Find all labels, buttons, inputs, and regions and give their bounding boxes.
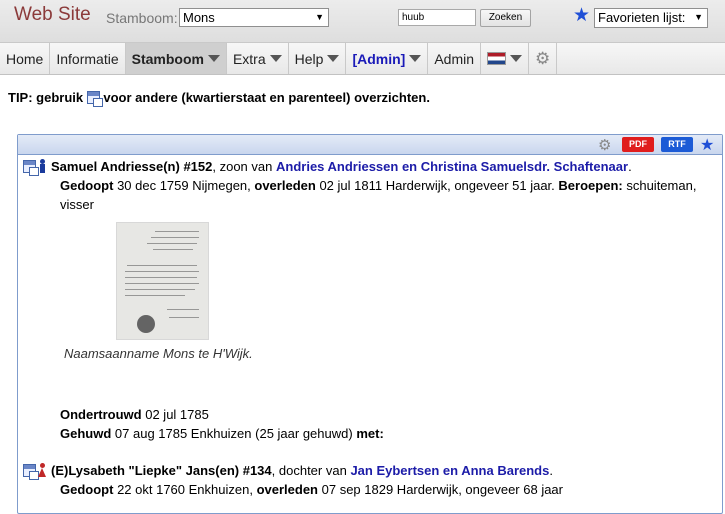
person-panel: ⚙ PDF RTF ★ Samuel Andriesse(n) #152, zo…	[17, 134, 723, 514]
baptised-label: Gedoopt	[60, 482, 114, 497]
baptised-text: 30 dec 1759 Nijmegen,	[117, 178, 251, 193]
favorite-star-icon[interactable]: ★	[700, 135, 714, 155]
tip-prefix: TIP: gebruik	[8, 90, 84, 105]
with-label: met:	[356, 426, 384, 441]
seal-mark	[137, 315, 155, 333]
person-name: Samuel Andriesse(n) #152	[51, 159, 213, 174]
marriage-details: Ondertrouwd 02 jul 1785 Gehuwd 07 aug 17…	[23, 405, 713, 443]
chevron-down-icon: ▼	[315, 12, 324, 22]
menu-label: [Admin]	[352, 50, 406, 67]
baptised-text: 22 okt 1760 Enkhuizen,	[117, 482, 253, 497]
chevron-down-icon: ▼	[694, 12, 703, 22]
banns-label: Ondertrouwd	[60, 407, 142, 422]
chevron-down-icon	[409, 55, 422, 62]
period-text: .	[628, 159, 632, 174]
menu-label: Informatie	[56, 50, 119, 67]
person-name: (E)Lysabeth "Liepke" Jans(en) #134	[51, 463, 272, 478]
male-icon	[38, 159, 47, 173]
search-button[interactable]: Zoeken	[480, 9, 531, 27]
jobs-label: Beroepen:	[558, 178, 623, 193]
married-text: 07 aug 1785 Enkhuizen (25 jaar gehuwd)	[114, 426, 353, 441]
person-details: Gedoopt 22 okt 1760 Enkhuizen, overleden…	[23, 480, 713, 499]
person-details: Gedoopt 30 dec 1759 Nijmegen, overleden …	[23, 176, 713, 214]
site-title[interactable]: Web Site	[14, 4, 91, 26]
panel-toolbar: ⚙ PDF RTF ★	[18, 135, 722, 155]
menu-language[interactable]	[481, 43, 530, 74]
menu-home[interactable]: Home	[0, 43, 51, 74]
person-heading: (E)Lysabeth "Liepke" Jans(en) #134, doch…	[23, 461, 713, 480]
relation-text: , dochter van	[271, 463, 347, 478]
menu-label: Help	[294, 50, 324, 67]
menu-settings[interactable]: ⚙	[529, 43, 558, 74]
family-chart-icon[interactable]	[23, 160, 39, 176]
menu-extra[interactable]: Extra	[227, 43, 289, 74]
photo-caption: Naamsaanname Mons te H'Wijk.	[64, 346, 253, 361]
rtf-button[interactable]: RTF	[661, 137, 693, 152]
tree-select[interactable]: Mons ▼	[179, 8, 329, 27]
died-label: overleden	[254, 178, 316, 193]
parents-link[interactable]: Andries Andriessen en Christina Samuelsd…	[276, 159, 628, 174]
family-chart-icon	[86, 91, 103, 107]
died-text: 07 sep 1829 Harderwijk, ongeveer 68 jaar	[321, 482, 563, 497]
banns-line: Ondertrouwd 02 jul 1785	[60, 405, 713, 424]
female-icon	[38, 463, 47, 477]
menu-label: Admin	[434, 50, 475, 67]
document-photo[interactable]	[116, 222, 209, 340]
menu-help[interactable]: Help	[289, 43, 347, 74]
tip-suffix: voor andere (kwartierstaat en parenteel)…	[103, 90, 430, 105]
flag-nl-icon	[487, 52, 507, 65]
period-text: .	[549, 463, 553, 478]
person-entry: Samuel Andriesse(n) #152, zoon van Andri…	[23, 157, 713, 214]
baptised-label: Gedoopt	[60, 178, 114, 193]
favorites-star-icon[interactable]: ★	[573, 4, 590, 27]
menu-admin-bracket[interactable]: [Admin]	[346, 43, 429, 74]
menu-label: Stamboom	[131, 50, 204, 67]
pdf-button[interactable]: PDF	[622, 137, 654, 152]
gear-icon: ⚙	[535, 48, 551, 68]
menu-informatie[interactable]: Informatie	[50, 43, 126, 74]
favorites-select-value: Favorieten lijst:	[598, 10, 686, 25]
chevron-down-icon	[269, 55, 282, 62]
gear-icon[interactable]: ⚙	[598, 136, 611, 154]
chevron-down-icon	[510, 55, 523, 62]
tree-select-value: Mons	[183, 10, 215, 25]
banns-text: 02 jul 1785	[145, 407, 209, 422]
spouse-entry: (E)Lysabeth "Liepke" Jans(en) #134, doch…	[23, 461, 713, 499]
menu-label: Extra	[232, 50, 266, 67]
chevron-down-icon	[327, 55, 340, 62]
tip-text: TIP: gebruik voor andere (kwartierstaat …	[8, 90, 430, 107]
relation-text: , zoon van	[212, 159, 273, 174]
menu-label: Home	[6, 50, 44, 67]
person-heading: Samuel Andriesse(n) #152, zoon van Andri…	[23, 157, 713, 176]
favorites-select[interactable]: Favorieten lijst: ▼	[594, 8, 708, 28]
chevron-down-icon	[207, 55, 220, 62]
menu-stamboom[interactable]: Stamboom	[125, 43, 227, 74]
site-header: Web Site Stamboom: Mons ▼ huub Zoeken ★ …	[0, 0, 725, 42]
menu-admin[interactable]: Admin	[428, 43, 482, 74]
main-menu: Home Informatie Stamboom Extra Help [Adm…	[0, 42, 725, 75]
family-chart-icon[interactable]	[23, 464, 39, 480]
tree-label: Stamboom:	[106, 10, 178, 26]
died-text: 02 jul 1811 Harderwijk, ongeveer 51 jaar…	[319, 178, 555, 193]
parents-link[interactable]: Jan Eybertsen en Anna Barends	[350, 463, 549, 478]
married-label: Gehuwd	[60, 426, 112, 441]
search-input[interactable]: huub	[398, 9, 476, 26]
married-line: Gehuwd 07 aug 1785 Enkhuizen (25 jaar ge…	[60, 424, 713, 443]
died-label: overleden	[256, 482, 318, 497]
